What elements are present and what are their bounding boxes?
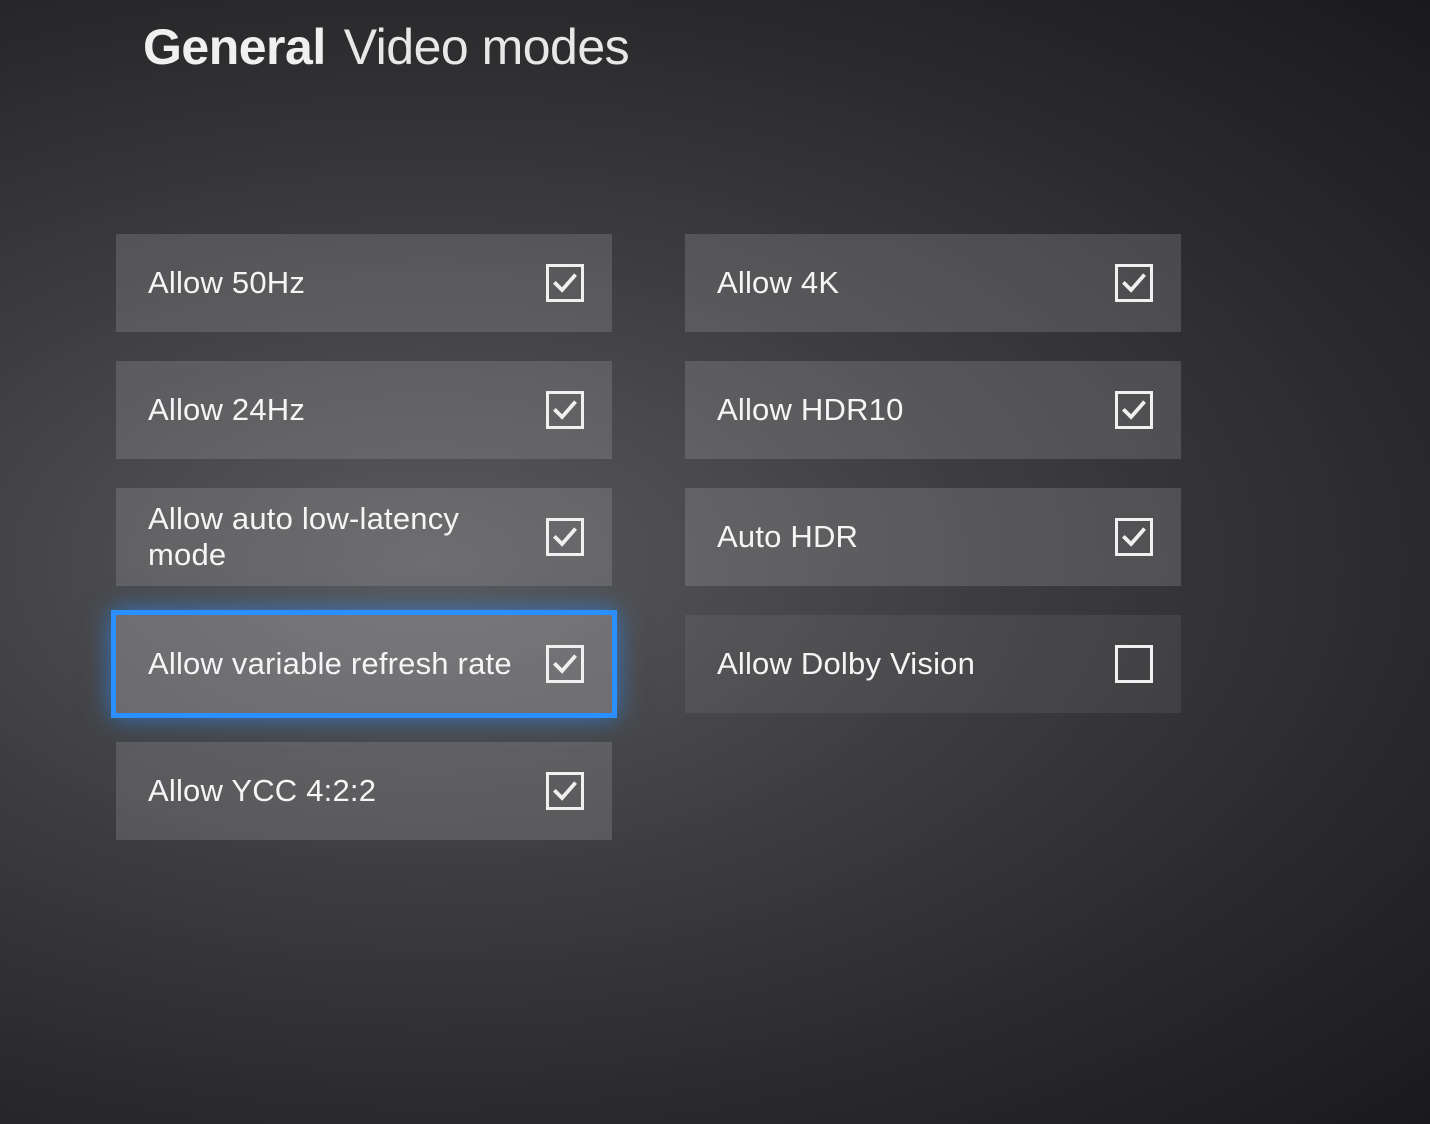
page-header: General Video modes	[143, 18, 629, 76]
right-option-2[interactable]: Auto HDR	[685, 488, 1181, 586]
checkbox-icon	[546, 518, 584, 556]
option-label: Allow 24Hz	[148, 392, 305, 428]
checkbox-icon	[1115, 391, 1153, 429]
option-label: Auto HDR	[717, 519, 858, 555]
checkbox-icon	[546, 772, 584, 810]
options-container: Allow 50Hz Allow 24Hz Allow auto low-laten…	[116, 234, 1181, 840]
option-label: Allow 4K	[717, 265, 839, 301]
left-option-1[interactable]: Allow 24Hz	[116, 361, 612, 459]
right-option-0[interactable]: Allow 4K	[685, 234, 1181, 332]
option-label: Allow YCC 4:2:2	[148, 773, 376, 809]
right-option-1[interactable]: Allow HDR10	[685, 361, 1181, 459]
option-label: Allow 50Hz	[148, 265, 305, 301]
left-column: Allow 50Hz Allow 24Hz Allow auto low-laten…	[116, 234, 612, 840]
option-label: Allow Dolby Vision	[717, 646, 975, 682]
checkbox-icon	[546, 264, 584, 302]
right-column: Allow 4K Allow HDR10 Auto HDR Allow Dolby V…	[685, 234, 1181, 840]
checkbox-icon	[546, 645, 584, 683]
left-option-3[interactable]: Allow variable refresh rate	[116, 615, 612, 713]
checkbox-icon	[1115, 645, 1153, 683]
checkbox-icon	[1115, 264, 1153, 302]
option-label: Allow HDR10	[717, 392, 904, 428]
right-option-3[interactable]: Allow Dolby Vision	[685, 615, 1181, 713]
checkbox-icon	[1115, 518, 1153, 556]
left-option-2[interactable]: Allow auto low-latency mode	[116, 488, 612, 586]
left-option-0[interactable]: Allow 50Hz	[116, 234, 612, 332]
header-title: Video modes	[344, 18, 629, 76]
left-option-4[interactable]: Allow YCC 4:2:2	[116, 742, 612, 840]
header-section: General	[143, 18, 326, 76]
option-label: Allow variable refresh rate	[148, 646, 512, 682]
option-label: Allow auto low-latency mode	[148, 501, 546, 573]
checkbox-icon	[546, 391, 584, 429]
